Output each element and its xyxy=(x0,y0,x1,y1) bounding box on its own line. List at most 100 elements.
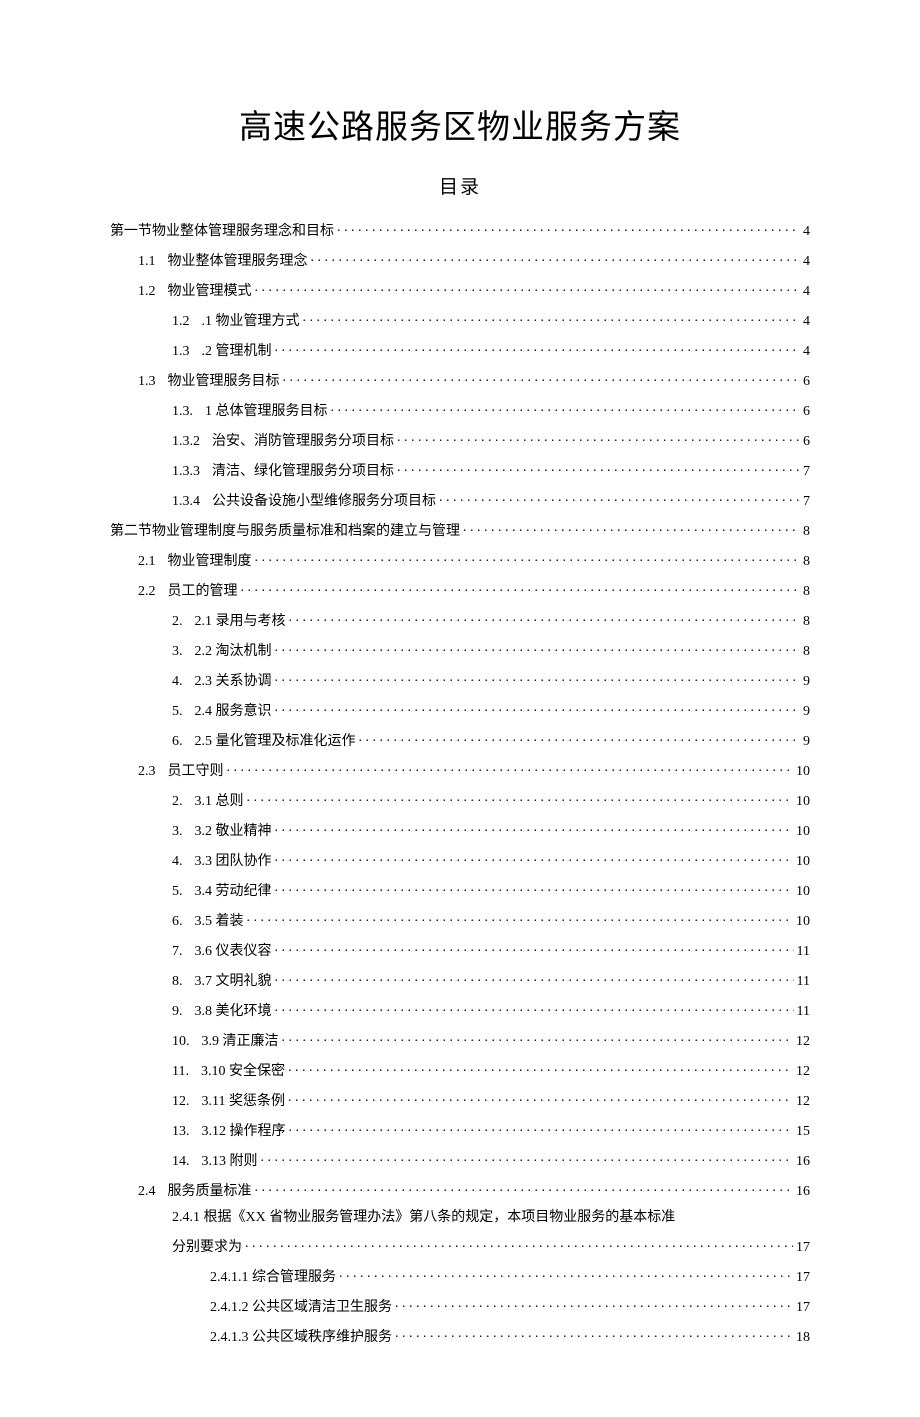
toc-entry-page: 4 xyxy=(803,285,810,299)
toc-entry-page: 4 xyxy=(803,345,810,359)
toc-entry-label: 物业管理模式 xyxy=(168,285,252,299)
toc-entry-page: 12 xyxy=(796,1065,810,1079)
toc-leader-dots xyxy=(288,1091,793,1105)
toc-entry-label: 3.2 敬业精神 xyxy=(195,825,272,839)
toc-entry-label: 治安、消防管理服务分项目标 xyxy=(212,435,394,449)
toc-entry: 2.4.1.2 公共区域清洁卫生服务 17 xyxy=(110,1297,810,1315)
toc-entry-number: 7. xyxy=(172,945,183,959)
toc-leader-dots xyxy=(247,791,794,805)
toc-entry-label: 3.12 操作程序 xyxy=(202,1125,286,1139)
toc-entry: 1.1 物业整体管理服务理念 4 xyxy=(110,251,810,269)
toc-entry-label: 服务质量标准 xyxy=(168,1185,252,1199)
toc-entry: 第一节物业整体管理服务理念和目标4 xyxy=(110,221,810,239)
toc-entry: 2.2员工的管理8 xyxy=(110,581,810,599)
toc-leader-dots xyxy=(275,971,794,985)
toc-entry-number: 2.2 xyxy=(138,585,156,599)
toc-entry-label: 3.8 美化环境 xyxy=(195,1005,272,1019)
toc-entry: 1.3物业管理服务目标6 xyxy=(110,371,810,389)
toc-leader-dots xyxy=(282,1031,794,1045)
toc-entry-label: 物业整体管理服务理念 xyxy=(168,255,308,269)
toc-entry-number: 6. xyxy=(172,915,183,929)
toc-entry-page: 17 xyxy=(796,1271,810,1285)
toc-entry-page: 8 xyxy=(803,555,810,569)
toc-entry-label: 2.4.1 根据《XX 省物业服务管理办法》第八条的规定，本项目物业服务的基本标… xyxy=(172,1211,675,1225)
toc-entry: 4.2.3 关系协调9 xyxy=(110,671,810,689)
toc-entry-label: 分别要求为 xyxy=(172,1241,242,1255)
toc-leader-dots xyxy=(303,311,801,325)
toc-entry-number: 4. xyxy=(172,855,183,869)
toc-entry-page: 6 xyxy=(803,375,810,389)
toc-entry: 2.4.1 根据《XX 省物业服务管理办法》第八条的规定，本项目物业服务的基本标… xyxy=(110,1211,810,1225)
toc-entry-page: 8 xyxy=(803,645,810,659)
toc-leader-dots xyxy=(241,581,801,595)
toc-entry-page: 6 xyxy=(803,435,810,449)
toc-entry-page: 7 xyxy=(803,495,810,509)
toc-leader-dots xyxy=(339,1267,793,1281)
toc-entry-page: 7 xyxy=(803,465,810,479)
toc-entry-label: 员工守则 xyxy=(168,765,224,779)
toc-entry-label: 2.4 服务意识 xyxy=(195,705,272,719)
toc-entry-page: 8 xyxy=(803,585,810,599)
toc-leader-dots xyxy=(439,491,800,505)
toc-entry-page: 9 xyxy=(803,705,810,719)
toc-entry-number: 3. xyxy=(172,645,183,659)
toc-entry-number: 13. xyxy=(172,1125,190,1139)
toc-entry-number: 6. xyxy=(172,735,183,749)
toc-leader-dots xyxy=(275,851,794,865)
toc-entry-number: 2.3 xyxy=(138,765,156,779)
toc-leader-dots xyxy=(275,821,794,835)
toc-entry-page: 11 xyxy=(797,1005,810,1019)
toc-entry-label: 3.7 文明礼貌 xyxy=(195,975,272,989)
toc-leader-dots xyxy=(337,221,800,235)
toc-leader-dots xyxy=(283,371,801,385)
toc-entry-page: 15 xyxy=(796,1125,810,1139)
toc-leader-dots xyxy=(397,461,800,475)
toc-leader-dots xyxy=(255,551,801,565)
toc-entry: 3.3.2 敬业精神10 xyxy=(110,821,810,839)
toc-entry: 6.3.5 着装10 xyxy=(110,911,810,929)
toc-entry-page: 9 xyxy=(803,735,810,749)
toc-entry-label: 3.10 安全保密 xyxy=(201,1065,285,1079)
toc-leader-dots xyxy=(395,1297,793,1311)
toc-entry-page: 17 xyxy=(796,1241,810,1255)
toc-entry-page: 8 xyxy=(803,525,810,539)
toc-entry-page: 8 xyxy=(803,615,810,629)
toc-entry: 2.2.1 录用与考核8 xyxy=(110,611,810,629)
toc-entry-page: 17 xyxy=(796,1301,810,1315)
toc-entry-page: 18 xyxy=(796,1331,810,1345)
toc-entry: 11. 3.10 安全保密 12 xyxy=(110,1061,810,1079)
toc-entry-label: 物业管理制度 xyxy=(168,555,252,569)
toc-entry-number: 1.1 xyxy=(138,255,156,269)
toc-entry: 分别要求为 17 xyxy=(110,1237,810,1255)
toc-entry-label: 1 总体管理服务目标 xyxy=(205,405,328,419)
toc-entry-number: 2.4 xyxy=(138,1185,156,1199)
table-of-contents: 第一节物业整体管理服务理念和目标41.1物业整体管理服务理念41.2物业管理模式… xyxy=(110,221,810,1345)
toc-entry-page: 4 xyxy=(803,225,810,239)
toc-entry: 第二节物业管理制度与服务质量标准和档案的建立与管理 8 xyxy=(110,521,810,539)
toc-entry: 1.3.2 管理机制4 xyxy=(110,341,810,359)
toc-entry-number: 2. xyxy=(172,615,183,629)
toc-entry-number: 5. xyxy=(172,885,183,899)
toc-leader-dots xyxy=(275,701,801,715)
toc-entry-label: 第二节物业管理制度与服务质量标准和档案的建立与管理 xyxy=(110,525,460,539)
toc-entry-label: 3.11 奖惩条例 xyxy=(202,1095,285,1109)
toc-entry: 2.3员工守则10 xyxy=(110,761,810,779)
toc-entry: 13. 3.12 操作程序 15 xyxy=(110,1121,810,1139)
toc-leader-dots xyxy=(311,251,801,265)
toc-entry-label: 2.2 淘汰机制 xyxy=(195,645,272,659)
toc-leader-dots xyxy=(288,1061,793,1075)
toc-entry-label: 2.5 量化管理及标准化运作 xyxy=(195,735,356,749)
toc-leader-dots xyxy=(247,911,794,925)
toc-entry-number: 11. xyxy=(172,1065,189,1079)
toc-entry-label: 2.4.1.2 公共区域清洁卫生服务 xyxy=(210,1301,392,1315)
toc-entry-page: 10 xyxy=(796,825,810,839)
toc-entry: 10.3.9 清正廉洁12 xyxy=(110,1031,810,1049)
toc-entry-number: 1.3. xyxy=(172,405,193,419)
toc-entry: 2.4.1.3 公共区域秩序维护服务18 xyxy=(110,1327,810,1345)
toc-entry-number: 14. xyxy=(172,1155,190,1169)
toc-leader-dots xyxy=(227,761,794,775)
toc-entry-number: 4. xyxy=(172,675,183,689)
document-page: 高速公路服务区物业服务方案 目录 第一节物业整体管理服务理念和目标41.1物业整… xyxy=(0,0,920,1417)
toc-entry-page: 4 xyxy=(803,255,810,269)
toc-leader-dots xyxy=(275,1001,794,1015)
